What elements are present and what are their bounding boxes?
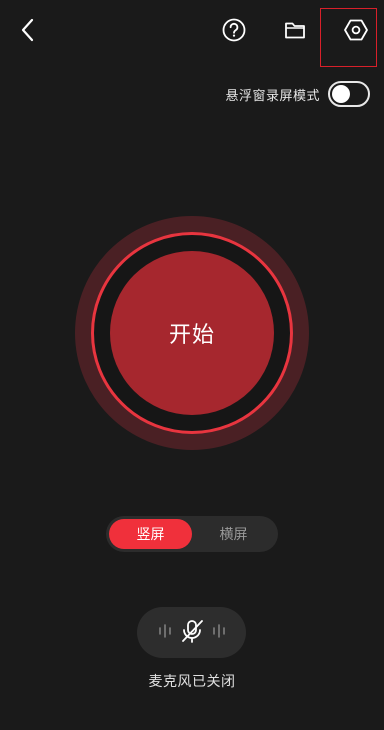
floating-mode-toggle[interactable]	[328, 81, 370, 107]
floating-mode-row: 悬浮窗录屏模式	[225, 80, 370, 108]
landscape-label: 横屏	[219, 527, 248, 543]
toggle-knob	[332, 85, 350, 103]
portrait-label: 竖屏	[136, 527, 165, 543]
orientation-switch: 竖屏 横屏	[106, 516, 278, 552]
mic-off-icon	[156, 616, 228, 650]
folder-icon	[282, 17, 308, 47]
settings-highlight-box	[320, 8, 377, 67]
start-record-button[interactable]: 开始	[110, 251, 274, 415]
mic-status-label: 麦克风已关闭	[148, 674, 236, 690]
floating-mode-label: 悬浮窗录屏模式	[225, 88, 320, 104]
help-button[interactable]	[216, 14, 252, 50]
record-glow-ring: 开始	[75, 216, 309, 450]
folder-button[interactable]	[277, 14, 313, 50]
record-button-container: 开始	[75, 216, 309, 450]
start-label: 开始	[168, 323, 215, 348]
question-circle-icon	[221, 17, 247, 47]
back-button[interactable]	[10, 14, 46, 50]
chevron-left-icon	[18, 17, 38, 47]
portrait-option[interactable]: 竖屏	[109, 519, 192, 549]
landscape-option[interactable]: 横屏	[192, 519, 275, 549]
microphone-toggle[interactable]	[137, 607, 246, 658]
